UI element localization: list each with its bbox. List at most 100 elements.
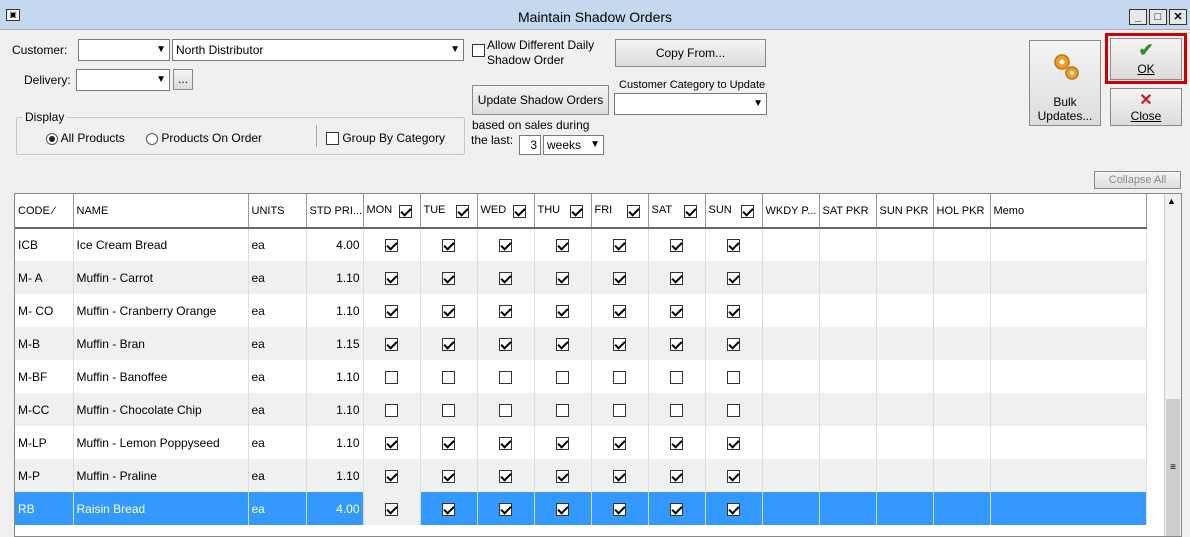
delivery-lookup-button[interactable]: ... [173, 69, 193, 90]
day-cell[interactable] [705, 294, 763, 327]
day-checkbox[interactable] [613, 304, 626, 318]
empty-cell[interactable] [819, 294, 877, 327]
day-checkbox[interactable] [385, 271, 398, 285]
day-checkbox[interactable] [442, 271, 455, 285]
column-header[interactable]: THU [534, 194, 592, 229]
empty-cell[interactable] [933, 459, 991, 492]
name-cell[interactable]: Ice Cream Bread [73, 228, 249, 261]
minimize-icon[interactable]: _ [1129, 9, 1147, 25]
allow-different-checkbox[interactable] [472, 43, 485, 58]
day-checkbox[interactable] [385, 469, 398, 483]
day-checkbox[interactable] [727, 239, 740, 253]
empty-cell[interactable] [762, 228, 820, 261]
day-checkbox[interactable] [499, 469, 512, 483]
empty-cell[interactable] [819, 492, 877, 525]
empty-cell[interactable] [876, 228, 934, 261]
day-checkbox[interactable] [385, 403, 398, 417]
day-cell[interactable] [648, 426, 706, 459]
day-cell[interactable] [705, 327, 763, 360]
day-checkbox[interactable] [613, 370, 626, 384]
day-cell[interactable] [477, 327, 535, 360]
all-products-radio[interactable]: All Products [46, 131, 125, 145]
name-cell[interactable]: Muffin - Cranberry Orange [73, 294, 249, 327]
last-n-input[interactable]: 3 [519, 135, 541, 155]
day-cell[interactable] [363, 459, 421, 492]
day-checkbox[interactable] [385, 436, 398, 450]
empty-cell[interactable] [933, 492, 991, 525]
name-cell[interactable]: Muffin - Praline [73, 459, 249, 492]
day-checkbox[interactable] [556, 239, 569, 253]
customer-category-dropdown[interactable]: ▼ [614, 93, 767, 115]
day-cell[interactable] [648, 393, 706, 426]
column-header[interactable]: SUN [705, 194, 763, 229]
empty-cell[interactable] [933, 393, 991, 426]
units-cell[interactable]: ea [248, 492, 307, 525]
name-cell[interactable]: Muffin - Carrot [73, 261, 249, 294]
day-checkbox[interactable] [613, 469, 626, 483]
empty-cell[interactable] [876, 426, 934, 459]
empty-cell[interactable] [876, 492, 934, 525]
day-cell[interactable] [534, 459, 592, 492]
empty-cell[interactable] [990, 492, 1147, 525]
day-checkbox[interactable] [613, 271, 626, 285]
day-cell[interactable] [363, 492, 421, 525]
day-checkbox[interactable] [727, 502, 740, 516]
day-checkbox[interactable] [670, 436, 683, 450]
day-checkbox[interactable] [727, 304, 740, 318]
day-cell[interactable] [363, 228, 421, 261]
day-checkbox[interactable] [442, 403, 455, 417]
empty-cell[interactable] [933, 426, 991, 459]
column-header[interactable]: UNITS [248, 194, 307, 229]
day-cell[interactable] [648, 459, 706, 492]
day-checkbox[interactable] [385, 239, 398, 253]
table-row[interactable]: RB Raisin Bread ea 4.00 [15, 492, 1147, 525]
day-checkbox[interactable] [499, 337, 512, 351]
day-all-checkbox[interactable] [740, 204, 754, 218]
day-checkbox[interactable] [613, 337, 626, 351]
day-cell[interactable] [420, 327, 478, 360]
day-all-checkbox[interactable] [683, 204, 697, 218]
table-row[interactable]: M-B Muffin - Bran ea 1.15 [15, 327, 1147, 360]
delivery-dropdown[interactable]: ▼ [76, 69, 170, 91]
day-checkbox[interactable] [499, 436, 512, 450]
empty-cell[interactable] [933, 360, 991, 393]
price-cell[interactable]: 4.00 [306, 492, 364, 525]
day-cell[interactable] [534, 261, 592, 294]
scroll-up-icon[interactable]: ▲ [1167, 196, 1176, 206]
day-checkbox[interactable] [670, 469, 683, 483]
empty-cell[interactable] [819, 393, 877, 426]
empty-cell[interactable] [762, 261, 820, 294]
scroll-thumb[interactable]: ≡ [1166, 399, 1180, 536]
empty-cell[interactable] [762, 426, 820, 459]
empty-cell[interactable] [762, 459, 820, 492]
day-cell[interactable] [648, 492, 706, 525]
day-cell[interactable] [705, 459, 763, 492]
day-checkbox[interactable] [442, 239, 455, 253]
day-checkbox[interactable] [613, 239, 626, 253]
day-cell[interactable] [591, 294, 649, 327]
vertical-scrollbar[interactable]: ▲ ≡ [1164, 194, 1181, 536]
day-checkbox[interactable] [727, 436, 740, 450]
column-header[interactable]: WED [477, 194, 535, 229]
empty-cell[interactable] [876, 360, 934, 393]
code-cell[interactable]: ICB [15, 228, 74, 261]
price-cell[interactable]: 4.00 [306, 228, 364, 261]
day-checkbox[interactable] [727, 370, 740, 384]
code-cell[interactable]: M-B [15, 327, 74, 360]
empty-cell[interactable] [933, 261, 991, 294]
close-button[interactable]: ✕ Close [1110, 88, 1182, 126]
day-cell[interactable] [648, 261, 706, 294]
column-header[interactable]: WKDY P... [762, 194, 820, 229]
ok-button[interactable]: ✔ OK [1110, 38, 1182, 80]
day-cell[interactable] [363, 261, 421, 294]
day-checkbox[interactable] [670, 403, 683, 417]
day-checkbox[interactable] [385, 370, 398, 384]
empty-cell[interactable] [762, 294, 820, 327]
empty-cell[interactable] [819, 327, 877, 360]
day-checkbox[interactable] [670, 337, 683, 351]
empty-cell[interactable] [819, 360, 877, 393]
day-cell[interactable] [534, 393, 592, 426]
day-cell[interactable] [420, 459, 478, 492]
empty-cell[interactable] [990, 327, 1147, 360]
day-cell[interactable] [705, 393, 763, 426]
